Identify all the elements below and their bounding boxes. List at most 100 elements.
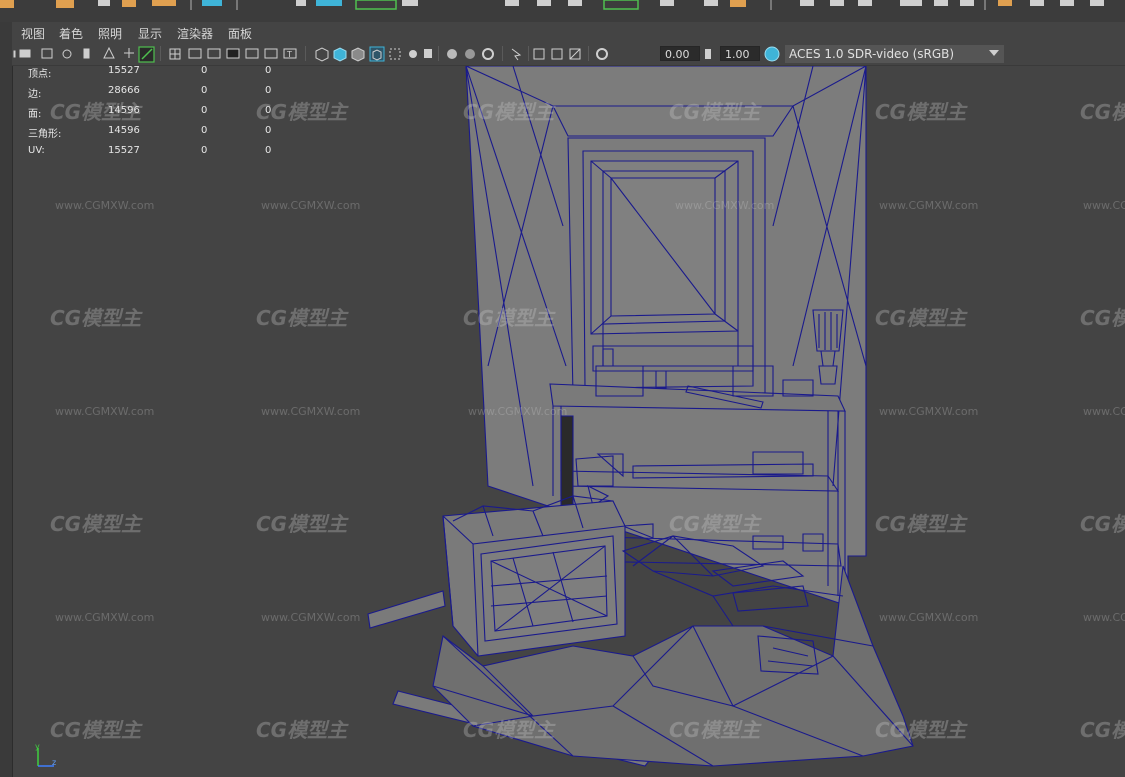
shelf-tool-icon[interactable] — [730, 0, 746, 7]
shelf-tool-icon[interactable] — [998, 0, 1012, 6]
wireframe-icon[interactable] — [315, 47, 329, 62]
watermark-url: www.CGMXW.com — [1083, 199, 1125, 212]
shelf-tool-icon[interactable] — [296, 0, 306, 6]
default-material-icon[interactable] — [351, 47, 365, 62]
watermark-logo: CG模型主 — [875, 718, 967, 742]
color-management-icon[interactable] — [764, 46, 780, 62]
select-camera-icon[interactable] — [19, 49, 31, 58]
view-axis-gizmo: y z — [30, 742, 70, 777]
menu-lighting[interactable]: 照明 — [98, 25, 122, 42]
chevron-down-icon[interactable] — [989, 50, 999, 56]
exposure-icon[interactable] — [596, 48, 608, 60]
shelf-tool-icon[interactable] — [660, 0, 674, 6]
use-all-lights-icon[interactable] — [409, 50, 417, 58]
shelf-tool-icon[interactable] — [202, 0, 222, 6]
shelf-tool-icon[interactable] — [858, 0, 872, 6]
xray-joints-icon[interactable] — [533, 48, 545, 60]
shelf-tool-icon[interactable] — [1060, 0, 1074, 6]
shelf-tool-icon[interactable] — [355, 0, 397, 10]
motion-blur-icon[interactable] — [465, 49, 475, 59]
gamma-field[interactable]: 1.00 — [720, 46, 760, 61]
hud-label: 三角形: — [28, 129, 62, 140]
grease-pencil-icon[interactable] — [124, 48, 134, 58]
watermark-logo: CG模型主 — [875, 512, 967, 536]
panel-menu-bar: 视图 着色 照明 显示 渲染器 面板 — [12, 22, 1125, 43]
shelf-bar — [0, 0, 1125, 23]
watermark-logo: CG模型主 — [256, 512, 348, 536]
xray-active-icon[interactable] — [551, 48, 563, 60]
scene-wireframe — [367, 66, 914, 767]
image-plane-icon[interactable] — [83, 48, 90, 59]
menu-show[interactable]: 显示 — [138, 25, 162, 42]
shelf-tool-icon[interactable] — [1090, 0, 1104, 6]
shelf-tool-icon[interactable] — [505, 0, 519, 6]
menu-view[interactable]: 视图 — [21, 25, 45, 42]
film-gate-icon[interactable] — [188, 48, 202, 59]
watermark-logo: CG模型主 — [875, 306, 967, 330]
shelf-tool-icon[interactable] — [830, 0, 844, 6]
smooth-shade-icon[interactable] — [333, 47, 347, 62]
hud-value: 0 — [265, 85, 272, 96]
watermark-logo: CG模型主 — [1080, 306, 1125, 330]
watermark-url: www.CGMXW.com — [55, 611, 155, 624]
screen-space-ao-icon[interactable] — [447, 49, 457, 59]
watermark-url: www.CGMXW.com — [261, 199, 361, 212]
menu-panels[interactable]: 面板 — [228, 25, 252, 42]
bookmark-icon[interactable] — [62, 49, 72, 59]
2d-pan-icon[interactable] — [103, 46, 115, 59]
shelf-tool-icon[interactable] — [1030, 0, 1044, 6]
shelf-tool-icon[interactable] — [603, 0, 639, 10]
toolbar-divider-icon — [13, 50, 16, 58]
watermark-url: www.CGMXW.com — [1083, 405, 1125, 418]
exposure-field[interactable]: 0.00 — [660, 46, 700, 61]
watermark-logo: CG模型主 — [1080, 100, 1125, 124]
menu-shading[interactable]: 着色 — [59, 25, 83, 42]
shelf-tool-icon[interactable] — [56, 0, 74, 8]
view-transform-dropdown[interactable]: ACES 1.0 SDR-video (sRGB) — [785, 45, 1004, 63]
shelf-tool-icon[interactable] — [537, 0, 551, 6]
watermark-url: www.CGMXW.com — [55, 405, 155, 418]
hud-value: 0 — [265, 65, 272, 76]
watermark-logo: CG模型主 — [669, 718, 761, 742]
shelf-tool-icon[interactable] — [960, 0, 974, 6]
watermark-url: www.CGMXW.com — [879, 199, 979, 212]
watermark-logo: CG模型主 — [669, 512, 761, 536]
shelf-tool-icon[interactable] — [934, 0, 948, 6]
watermark-logo: CG模型主 — [669, 100, 761, 124]
shelf-tool-icon[interactable] — [800, 0, 814, 6]
camera-attributes-icon[interactable] — [41, 48, 53, 59]
svg-text:T: T — [286, 50, 292, 59]
gate-mask-icon[interactable] — [226, 48, 240, 59]
hud-label: 边: — [28, 89, 42, 100]
field-chart-icon[interactable] — [245, 48, 259, 59]
hud-value: 0 — [201, 65, 208, 76]
anti-aliasing-icon[interactable] — [482, 48, 494, 60]
shelf-tool-icon[interactable] — [152, 0, 176, 6]
watermark-url: www.CGMXW.com — [468, 405, 568, 418]
watermark-logo: CG模型主 — [463, 306, 555, 330]
gamma-icon[interactable] — [705, 49, 711, 59]
hud-value: 0 — [201, 105, 208, 116]
hud-value: 15527 — [108, 65, 140, 76]
shelf-tool-icon[interactable] — [900, 0, 922, 6]
shelf-icons — [0, 0, 1104, 10]
resolution-gate-icon[interactable] — [207, 48, 221, 59]
shelf-tool-icon[interactable] — [704, 0, 718, 6]
isolate-select-icon[interactable] — [511, 48, 522, 61]
shelf-tool-icon[interactable] — [568, 0, 582, 6]
shelf-tool-icon[interactable] — [0, 0, 14, 8]
shelf-tool-icon[interactable] — [122, 0, 136, 7]
xray-icon[interactable] — [389, 48, 401, 60]
shelf-tool-icon[interactable] — [402, 0, 418, 6]
hud-value: 0 — [265, 145, 272, 156]
hud-value: 14596 — [108, 105, 140, 116]
watermark-url: www.CGMXW.com — [55, 199, 155, 212]
menu-renderer[interactable]: 渲染器 — [177, 25, 213, 42]
axis-y-label: y — [35, 742, 40, 751]
3d-viewport[interactable]: CG模型主 CG模型主 CG模型主 CG模型主 CG模型主 CG模型主 www.… — [13, 66, 1125, 777]
shadows-icon[interactable] — [424, 49, 432, 58]
shelf-tool-icon[interactable] — [316, 0, 342, 6]
wireframe-on-shaded-icon[interactable] — [369, 46, 385, 62]
shelf-tool-icon[interactable] — [98, 0, 110, 6]
safe-action-icon[interactable] — [264, 48, 278, 59]
